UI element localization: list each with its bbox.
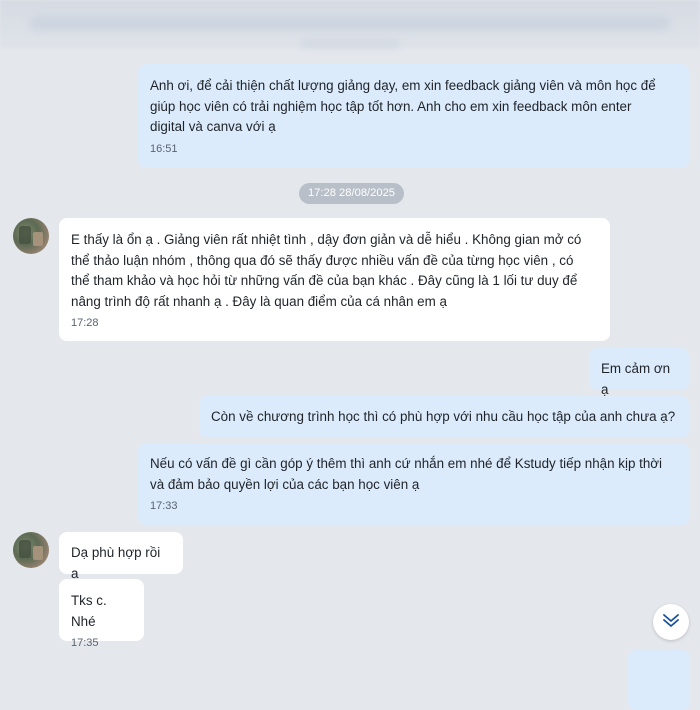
message-bubble-incoming[interactable]: E thấy là ổn ạ . Giảng viên rất nhiệt tì… bbox=[59, 218, 610, 341]
message-text: Còn về chương trình học thì có phù hợp v… bbox=[211, 409, 676, 424]
message-time: 16:51 bbox=[150, 142, 178, 155]
blurred-header-text bbox=[30, 16, 670, 30]
double-chevron-down-icon bbox=[661, 610, 681, 635]
message-time: 17:35 bbox=[71, 637, 99, 649]
message-bubble-outgoing[interactable]: Em cảm ơn ạ bbox=[589, 348, 689, 397]
message-bubble-outgoing[interactable] bbox=[628, 650, 690, 710]
message-bubble-outgoing[interactable]: Nếu có vấn đề gì cần góp ý thêm thì anh … bbox=[138, 443, 689, 525]
message-text: Em cảm ơn ạ bbox=[601, 361, 671, 397]
message-text: E thấy là ổn ạ . Giảng viên rất nhiệt tì… bbox=[71, 232, 582, 309]
message-bubble-incoming[interactable]: Tks c. Nhé 17:35 bbox=[59, 579, 144, 649]
avatar[interactable] bbox=[13, 532, 49, 568]
message-text: Nếu có vấn đề gì cần góp ý thêm thì anh … bbox=[150, 456, 663, 492]
message-text: Anh ơi, để cải thiện chất lượng giảng dạ… bbox=[150, 78, 656, 134]
message-text: Tks c. Nhé bbox=[71, 593, 107, 629]
scroll-to-bottom-button[interactable] bbox=[653, 604, 689, 640]
message-time: 17:28 bbox=[71, 317, 99, 329]
message-time: 17:33 bbox=[150, 500, 178, 512]
message-bubble-outgoing[interactable]: Anh ơi, để cải thiện chất lượng giảng dạ… bbox=[138, 64, 689, 168]
avatar[interactable] bbox=[13, 218, 49, 254]
message-text: Dạ phù hợp rồi ạ bbox=[71, 545, 161, 581]
blurred-header-pill bbox=[300, 40, 400, 48]
message-bubble-incoming[interactable]: Dạ phù hợp rồi ạ bbox=[59, 532, 183, 581]
message-bubble-outgoing[interactable]: Còn về chương trình học thì có phù hợp v… bbox=[199, 396, 689, 438]
date-separator: 17:28 28/08/2025 bbox=[299, 183, 404, 204]
